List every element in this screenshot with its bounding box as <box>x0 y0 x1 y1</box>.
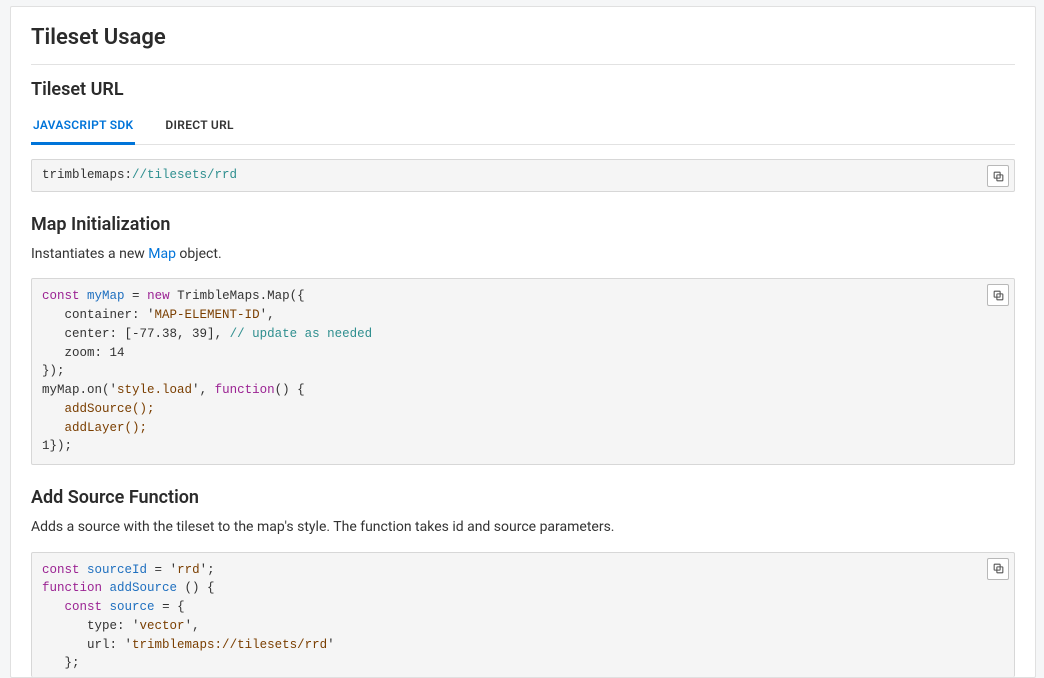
tileset-url-codebox: trimblemaps://tilesets/rrd <box>31 159 1015 192</box>
tab-direct-url[interactable]: DIRECT URL <box>163 110 235 145</box>
tileset-url-tabs: JAVASCRIPT SDK DIRECT URL <box>31 110 1015 145</box>
init-description: Instantiates a new Map object. <box>31 245 1015 265</box>
section-heading-url: Tileset URL <box>31 79 1015 100</box>
add-source-code: const sourceId = 'rrd'; function addSour… <box>42 561 1004 674</box>
copy-button[interactable] <box>987 165 1009 187</box>
map-init-code: const myMap = new TrimbleMaps.Map({ cont… <box>42 287 1004 456</box>
tileset-usage-panel: Tileset Usage Tileset URL JAVASCRIPT SDK… <box>10 6 1036 678</box>
add-source-codebox: const sourceId = 'rrd'; function addSour… <box>31 552 1015 678</box>
copy-icon <box>992 289 1005 302</box>
copy-icon <box>992 170 1005 183</box>
map-init-section: Map Initialization Instantiates a new Ma… <box>31 214 1015 465</box>
divider <box>31 64 1015 65</box>
tileset-url-code: trimblemaps://tilesets/rrd <box>42 166 1004 185</box>
add-source-section: Add Source Function Adds a source with t… <box>31 487 1015 677</box>
map-init-codebox: const myMap = new TrimbleMaps.Map({ cont… <box>31 278 1015 465</box>
tileset-url-section: Tileset URL JAVASCRIPT SDK DIRECT URL tr… <box>31 79 1015 192</box>
map-link[interactable]: Map <box>148 246 176 262</box>
source-description: Adds a source with the tileset to the ma… <box>31 518 1015 538</box>
page-title: Tileset Usage <box>31 25 1015 50</box>
section-heading-source: Add Source Function <box>31 487 1015 508</box>
copy-button[interactable] <box>987 558 1009 580</box>
section-heading-init: Map Initialization <box>31 214 1015 235</box>
tab-javascript-sdk[interactable]: JAVASCRIPT SDK <box>31 110 135 145</box>
copy-button[interactable] <box>987 284 1009 306</box>
copy-icon <box>992 562 1005 575</box>
